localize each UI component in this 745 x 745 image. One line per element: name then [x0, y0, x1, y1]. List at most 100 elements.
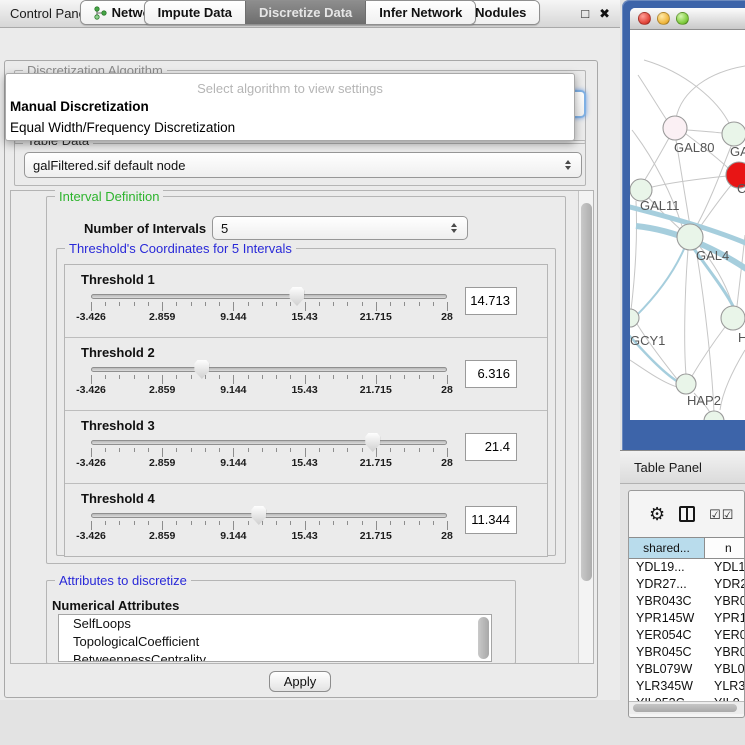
checkbox-icon[interactable]: ☑☑	[709, 508, 734, 521]
cell-name[interactable]: YPR1	[705, 610, 744, 627]
network-node[interactable]	[722, 122, 745, 146]
network-canvas[interactable]: GAL80GACGAL11GAL4GCY1HHAP2	[630, 30, 745, 420]
horizontal-scrollbar[interactable]	[629, 701, 744, 714]
threshold-slider[interactable]: -3.4262.8599.14415.4321.71528	[91, 294, 447, 323]
threshold-slider[interactable]: -3.4262.8599.14415.4321.71528	[91, 367, 447, 396]
group-title: Attributes to discretize	[55, 573, 191, 588]
control-panel: Control Panel □ ✖ NetworkStyleSelectCyni…	[0, 0, 620, 700]
network-node-gal80[interactable]	[663, 116, 687, 140]
vertical-scrollbar[interactable]	[578, 191, 593, 663]
number-of-intervals-value: 5	[221, 221, 228, 236]
slider-ticks	[91, 448, 447, 457]
cell-shared-name[interactable]: YBL079W	[629, 661, 705, 678]
minimize-traffic-light-icon[interactable]	[657, 12, 670, 25]
close-traffic-light-icon[interactable]	[638, 12, 651, 25]
list-item[interactable]: BetweennessCentrality	[59, 651, 491, 662]
dropdown-item-equal-width-frequency[interactable]: Equal Width/Frequency Discretization	[6, 117, 574, 138]
combo-arrows-icon	[565, 160, 573, 170]
network-edge[interactable]	[644, 138, 669, 181]
network-node-hap2[interactable]	[676, 374, 696, 394]
cell-shared-name[interactable]: YBR043C	[629, 593, 705, 610]
scrollbar-thumb[interactable]	[581, 203, 592, 581]
tab-impute-data[interactable]: Impute Data	[145, 1, 245, 24]
table-row[interactable]: YBL079WYBL0	[629, 661, 744, 678]
zoom-traffic-light-icon[interactable]	[676, 12, 689, 25]
split-columns-icon[interactable]	[679, 506, 695, 522]
table-row[interactable]: YPR145WYPR1	[629, 610, 744, 627]
slider-track[interactable]	[91, 440, 447, 445]
network-node-gal4[interactable]	[677, 224, 703, 250]
table-row[interactable]: YBR043CYBR0	[629, 593, 744, 610]
cell-shared-name[interactable]: YBR045C	[629, 644, 705, 661]
table-row[interactable]: YER054CYER0	[629, 627, 744, 644]
network-edge[interactable]	[700, 181, 735, 227]
column-header-shared-name[interactable]: shared...	[629, 538, 705, 558]
network-edge[interactable]	[631, 201, 637, 310]
slider-ticks	[91, 375, 447, 384]
number-of-intervals-combobox[interactable]: 5	[212, 216, 468, 240]
threshold-slider[interactable]: -3.4262.8599.14415.4321.71528	[91, 513, 447, 542]
slider-track[interactable]	[91, 367, 447, 372]
threshold-value-field[interactable]: 11.344	[465, 506, 517, 534]
tab-discretize-data[interactable]: Discretize Data	[245, 1, 365, 24]
dropdown-item-manual-discretization[interactable]: Manual Discretization	[6, 96, 574, 117]
cell-name[interactable]: YBL0	[705, 661, 744, 678]
cell-shared-name[interactable]: YDR27...	[629, 576, 705, 593]
cell-name[interactable]: YLR3	[705, 678, 744, 695]
table-panel-title: Table Panel	[634, 460, 702, 475]
table-row[interactable]: YDR27...YDR2	[629, 576, 744, 593]
table-row[interactable]: YDL19...YDL1	[629, 559, 744, 576]
cell-shared-name[interactable]: YDL19...	[629, 559, 705, 576]
network-node[interactable]	[721, 306, 745, 330]
cell-name[interactable]: YDR2	[705, 576, 744, 593]
slider-track[interactable]	[91, 513, 447, 518]
network-edge[interactable]	[630, 360, 677, 387]
slider-tick-labels: -3.4262.8599.14415.4321.71528	[91, 457, 447, 469]
group-title: Interval Definition	[55, 189, 163, 204]
numerical-attributes-list[interactable]: SelfLoopsTopologicalCoefficientBetweenne…	[58, 614, 492, 662]
list-item[interactable]: TopologicalCoefficient	[59, 633, 491, 651]
cell-shared-name[interactable]: YER054C	[629, 627, 705, 644]
network-edge-highlighted[interactable]	[636, 249, 684, 316]
cell-name[interactable]: YBR0	[705, 593, 744, 610]
apply-button[interactable]: Apply	[269, 671, 331, 692]
number-of-intervals-label: Number of Intervals	[84, 221, 206, 236]
scrollbar-thumb[interactable]	[633, 704, 737, 712]
list-scrollbar-thumb[interactable]	[478, 617, 489, 659]
network-edge[interactable]	[687, 130, 722, 133]
cell-shared-name[interactable]: YPR145W	[629, 610, 705, 627]
cell-shared-name[interactable]: YLR345W	[629, 678, 705, 695]
threshold-value-field[interactable]: 21.4	[465, 433, 517, 461]
cell-name[interactable]: YBR0	[705, 644, 744, 661]
threshold-label: Threshold 1	[81, 272, 155, 287]
cell-name[interactable]: YER0	[705, 627, 744, 644]
node-label: GAL80	[674, 140, 714, 155]
threshold-row: Threshold 2 -3.4262.8599.14415.4321.7152…	[65, 338, 547, 411]
gear-icon[interactable]: ⚙	[649, 505, 665, 523]
threshold-slider[interactable]: -3.4262.8599.14415.4321.71528	[91, 440, 447, 469]
slider-ticks	[91, 521, 447, 530]
network-edge[interactable]	[676, 66, 745, 118]
list-item[interactable]: SelfLoops	[59, 615, 491, 633]
network-edge[interactable]	[692, 327, 725, 376]
threshold-value-field[interactable]: 6.316	[465, 360, 517, 388]
network-node[interactable]	[704, 411, 724, 420]
table-row[interactable]: YLR345WYLR3	[629, 678, 744, 695]
table-data-combobox[interactable]: galFiltered.sif default node	[24, 152, 582, 178]
tab-infer-network[interactable]: Infer Network	[365, 1, 475, 24]
network-edge[interactable]	[685, 250, 688, 375]
table-toolbar: ⚙ ☑☑	[629, 491, 744, 537]
cell-name[interactable]: YDL1	[705, 559, 744, 576]
algorithm-dropdown-popup: Select algorithm to view settings Manual…	[5, 73, 575, 141]
slider-ticks	[91, 302, 447, 311]
threshold-value-field[interactable]: 14.713	[465, 287, 517, 315]
network-edge[interactable]	[638, 75, 670, 125]
column-header-name[interactable]: n	[705, 538, 744, 558]
table-header-row: shared... n	[629, 537, 744, 559]
node-table: ⚙ ☑☑ shared... n YDL19...YDL1YDR27...YDR…	[628, 490, 745, 718]
threshold-row: Threshold 3 -3.4262.8599.14415.4321.7152…	[65, 411, 547, 484]
network-edge[interactable]	[720, 350, 745, 410]
slider-track[interactable]	[91, 294, 447, 299]
table-row[interactable]: YBR045CYBR0	[629, 644, 744, 661]
network-edge[interactable]	[644, 60, 730, 125]
